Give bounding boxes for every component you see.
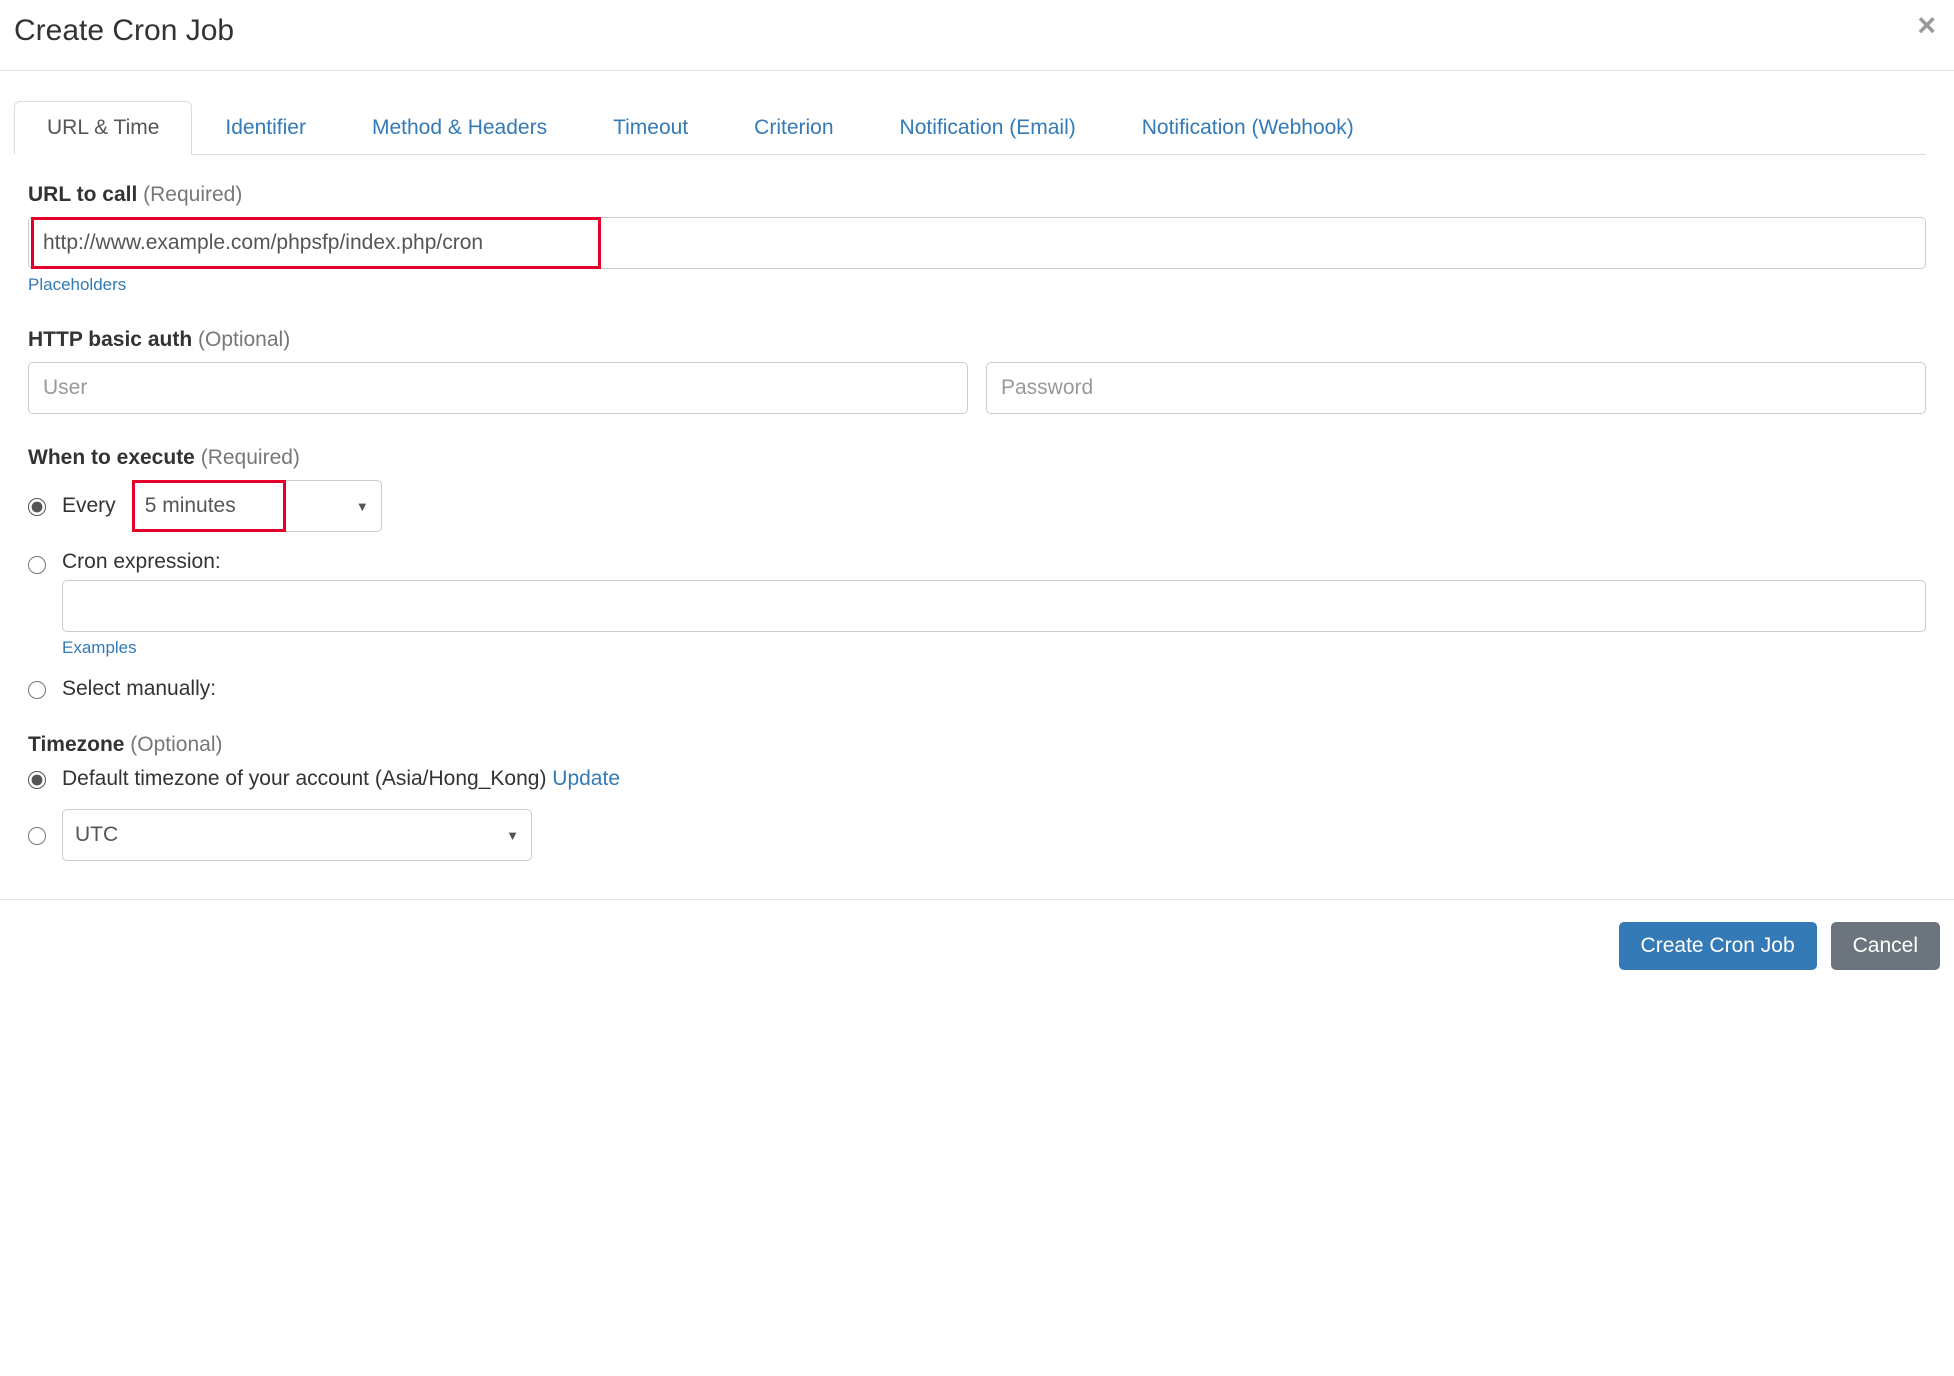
create-cron-job-button[interactable]: Create Cron Job <box>1619 922 1817 970</box>
tz-default-row: Default timezone of your account (Asia/H… <box>28 767 1926 791</box>
auth-section: HTTP basic auth (Optional) <box>28 328 1926 414</box>
tab-criterion[interactable]: Criterion <box>721 101 866 155</box>
tz-update-link[interactable]: Update <box>552 767 620 790</box>
when-manual-row: Select manually: <box>28 677 1926 701</box>
tz-default-label: Default timezone of your account (Asia/H… <box>62 767 620 791</box>
when-label: When to execute (Required) <box>28 446 1926 470</box>
placeholders-link[interactable]: Placeholders <box>28 275 126 295</box>
cron-expression-block: Examples <box>28 580 1926 659</box>
auth-user-input[interactable] <box>28 362 968 414</box>
tab-url-time[interactable]: URL & Time <box>14 101 192 155</box>
manual-label: Select manually: <box>62 677 216 701</box>
interval-value: 5 minutes <box>145 494 236 518</box>
auth-label-hint: (Optional) <box>192 328 290 351</box>
cron-expression-input[interactable] <box>62 580 1926 632</box>
tab-identifier[interactable]: Identifier <box>192 101 339 155</box>
interval-select[interactable]: 5 minutes ▼ <box>132 480 382 532</box>
when-cron-row: Cron expression: <box>28 550 1926 574</box>
tab-method-headers[interactable]: Method & Headers <box>339 101 580 155</box>
when-label-hint: (Required) <box>195 446 300 469</box>
tz-label-bold: Timezone <box>28 733 124 756</box>
tab-timeout[interactable]: Timeout <box>580 101 721 155</box>
cron-label: Cron expression: <box>62 550 221 574</box>
url-input[interactable] <box>28 217 1926 269</box>
when-every-row: Every 5 minutes ▼ <box>28 480 1926 532</box>
timezone-section: Timezone (Optional) Default timezone of … <box>28 733 1926 861</box>
modal-body: URL & Time Identifier Method & Headers T… <box>0 101 1954 899</box>
tab-notification-webhook[interactable]: Notification (Webhook) <box>1109 101 1387 155</box>
url-section: URL to call (Required) Placeholders <box>28 183 1926 296</box>
tabs: URL & Time Identifier Method & Headers T… <box>14 101 1926 155</box>
radio-tz-custom[interactable] <box>28 827 46 845</box>
close-icon[interactable]: × <box>1917 14 1936 36</box>
auth-password-input[interactable] <box>986 362 1926 414</box>
chevron-down-icon: ▼ <box>506 828 519 843</box>
auth-label: HTTP basic auth (Optional) <box>28 328 1926 352</box>
url-label-hint: (Required) <box>137 183 242 206</box>
radio-every[interactable] <box>28 498 46 516</box>
when-section: When to execute (Required) Every 5 minut… <box>28 446 1926 701</box>
cancel-button[interactable]: Cancel <box>1831 922 1940 970</box>
modal-footer: Create Cron Job Cancel <box>0 899 1954 984</box>
tz-default-text: Default timezone of your account (Asia/H… <box>62 767 552 790</box>
tz-select[interactable]: UTC ▼ <box>62 809 532 861</box>
radio-cron-expression[interactable] <box>28 556 46 574</box>
url-label-bold: URL to call <box>28 183 137 206</box>
tab-notification-email[interactable]: Notification (Email) <box>867 101 1109 155</box>
url-label: URL to call (Required) <box>28 183 1926 207</box>
when-label-bold: When to execute <box>28 446 195 469</box>
every-label: Every <box>62 494 116 518</box>
modal-title: Create Cron Job <box>14 14 234 48</box>
modal-header: Create Cron Job × <box>0 0 1954 71</box>
tz-custom-row: UTC ▼ <box>28 809 1926 861</box>
chevron-down-icon: ▼ <box>356 499 369 514</box>
radio-tz-default[interactable] <box>28 771 46 789</box>
radio-select-manually[interactable] <box>28 681 46 699</box>
auth-label-bold: HTTP basic auth <box>28 328 192 351</box>
tz-label: Timezone (Optional) <box>28 733 1926 757</box>
modal-create-cron-job: Create Cron Job × URL & Time Identifier … <box>0 0 1954 984</box>
tz-label-hint: (Optional) <box>124 733 222 756</box>
tz-value: UTC <box>75 823 118 847</box>
examples-link[interactable]: Examples <box>62 638 137 658</box>
